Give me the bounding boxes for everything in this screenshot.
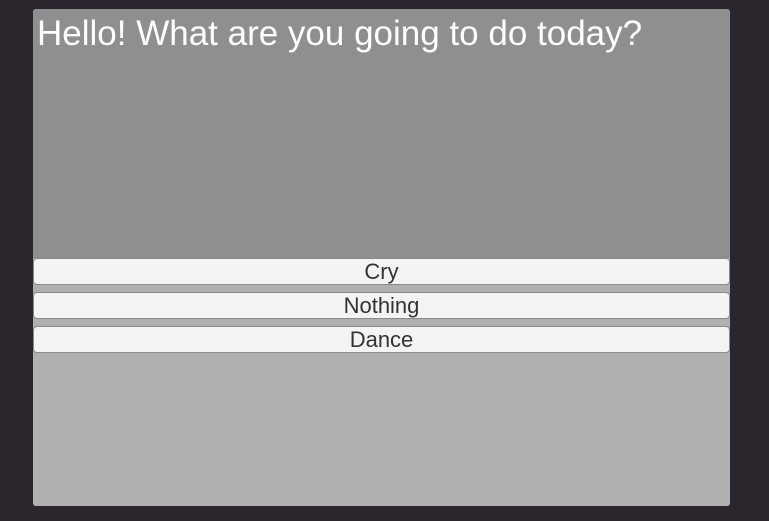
game-window: Hello! What are you going to do today? C… (33, 9, 730, 506)
empty-lower-panel (33, 355, 730, 506)
choice-button-nothing[interactable]: Nothing (33, 292, 730, 319)
choice-button-cry[interactable]: Cry (33, 258, 730, 285)
dialog-panel: Hello! What are you going to do today? (33, 9, 730, 258)
dialog-text: Hello! What are you going to do today? (37, 14, 643, 53)
choice-button-dance[interactable]: Dance (33, 326, 730, 353)
